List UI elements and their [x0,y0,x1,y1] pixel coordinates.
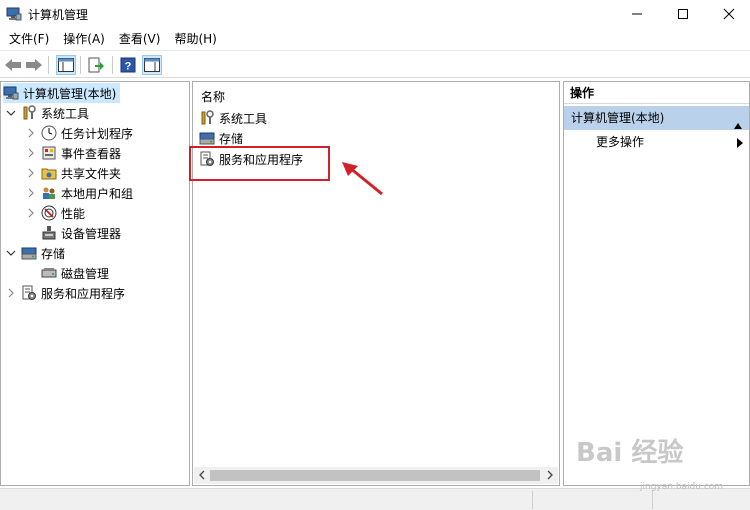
status-bar [0,488,750,510]
computer-management-icon [6,6,22,22]
baidu-watermark: Bai 经验 [576,438,684,468]
services-icon [21,285,37,301]
chevron-right-icon[interactable] [25,207,37,219]
tree-item-device-manager[interactable]: 设备管理器 [41,223,121,243]
chevron-down-icon[interactable] [5,107,17,119]
chevron-down-icon[interactable] [5,247,17,259]
tree-item-local-users[interactable]: 本地用户和组 [25,183,133,203]
show-console-tree-button[interactable] [56,55,76,75]
result-list: 名称 系统工具 存储 服务和应用程序 [192,81,560,486]
chevron-right-icon[interactable] [5,287,17,299]
shared-folder-icon [41,165,57,181]
toolbar-separator [112,56,113,74]
disk-icon [41,265,57,281]
tree-item-label: 事件查看器 [61,146,122,161]
actions-header: 操作 [564,82,749,104]
scroll-left-icon[interactable] [197,469,207,481]
title-bar: 计算机管理 [0,0,750,28]
chevron-right-icon[interactable] [25,147,37,159]
tree-item-task-scheduler[interactable]: 任务计划程序 [25,123,133,143]
tree-root[interactable]: 计算机管理(本地) [3,83,121,103]
submenu-right-icon[interactable] [737,137,743,151]
tools-icon [21,105,37,121]
close-button[interactable] [706,0,750,28]
toolbar-separator [48,56,49,74]
tree-item-performance[interactable]: 性能 [25,203,85,223]
status-divider [652,491,653,509]
maximize-button[interactable] [660,0,706,28]
event-viewer-icon [41,145,57,161]
tree-item-label: 共享文件夹 [61,166,122,181]
toolbar-separator [80,56,81,74]
tree-item-label: 存储 [41,246,66,261]
console-tree: 计算机管理(本地) 系统工具 任务计划程序 事件查看器 共享文件夹 本地用户和组… [0,81,190,486]
help-icon[interactable]: ? [118,55,138,75]
back-button[interactable] [3,55,23,75]
device-manager-icon [41,225,57,241]
tree-item-event-viewer[interactable]: 事件查看器 [25,143,121,163]
chevron-right-icon[interactable] [25,127,37,139]
scrollbar-thumb[interactable] [210,470,540,481]
actions-group-computer-management[interactable]: 计算机管理(本地) [564,106,749,130]
clock-icon [41,125,57,141]
status-divider [532,491,533,509]
svg-text:?: ? [125,61,132,73]
horizontal-scrollbar[interactable] [194,467,558,484]
highlight-annotation-box [189,146,330,181]
tree-item-shared-folders[interactable]: 共享文件夹 [25,163,121,183]
storage-icon [21,245,37,261]
list-item-label: 存储 [219,131,244,146]
more-actions-link[interactable]: 更多操作 [596,134,644,150]
tree-item-label: 磁盘管理 [61,266,110,281]
list-item-label: 系统工具 [219,111,268,126]
users-icon [41,185,57,201]
tools-icon [199,110,215,126]
tree-item-storage[interactable]: 存储 [5,243,65,263]
menu-action[interactable]: 操作(A) [56,28,112,50]
actions-pane: 操作 计算机管理(本地) 更多操作 [563,81,750,486]
tree-item-label: 系统工具 [41,106,90,121]
annotation-arrow-icon [342,162,383,196]
list-item-storage[interactable]: 存储 [199,128,243,148]
chevron-right-icon[interactable] [25,187,37,199]
list-item-system-tools[interactable]: 系统工具 [199,108,267,128]
export-list-button[interactable] [86,55,106,75]
performance-icon [41,205,57,221]
minimize-button[interactable] [614,0,660,28]
tree-item-label: 本地用户和组 [61,186,134,201]
tree-item-label: 性能 [61,206,86,221]
tree-item-label: 服务和应用程序 [41,286,126,301]
tree-item-label: 设备管理器 [61,226,122,241]
tree-root-label: 计算机管理(本地) [23,86,117,101]
menu-help[interactable]: 帮助(H) [167,28,223,50]
watermark-url: jingyan.baidu.com [640,482,724,492]
chevron-right-icon[interactable] [25,167,37,179]
menu-bar: 文件(F) 操作(A) 查看(V) 帮助(H) [0,28,750,50]
storage-icon [199,130,215,146]
menu-file[interactable]: 文件(F) [2,28,56,50]
computer-management-icon [3,85,19,101]
forward-button[interactable] [24,55,44,75]
menu-view[interactable]: 查看(V) [112,28,168,50]
tree-item-label: 任务计划程序 [61,126,134,141]
tree-item-disk-management[interactable]: 磁盘管理 [41,263,109,283]
tree-item-system-tools[interactable]: 系统工具 [5,103,89,123]
collapse-up-icon[interactable] [733,114,743,138]
column-header-name[interactable]: 名称 [201,88,225,105]
show-action-pane-button[interactable] [142,55,162,75]
scroll-right-icon[interactable] [545,469,555,481]
tree-item-services-apps[interactable]: 服务和应用程序 [5,283,125,303]
actions-group-label: 计算机管理(本地) [571,111,665,125]
toolbar: ? [0,50,750,78]
window-title: 计算机管理 [28,8,89,22]
